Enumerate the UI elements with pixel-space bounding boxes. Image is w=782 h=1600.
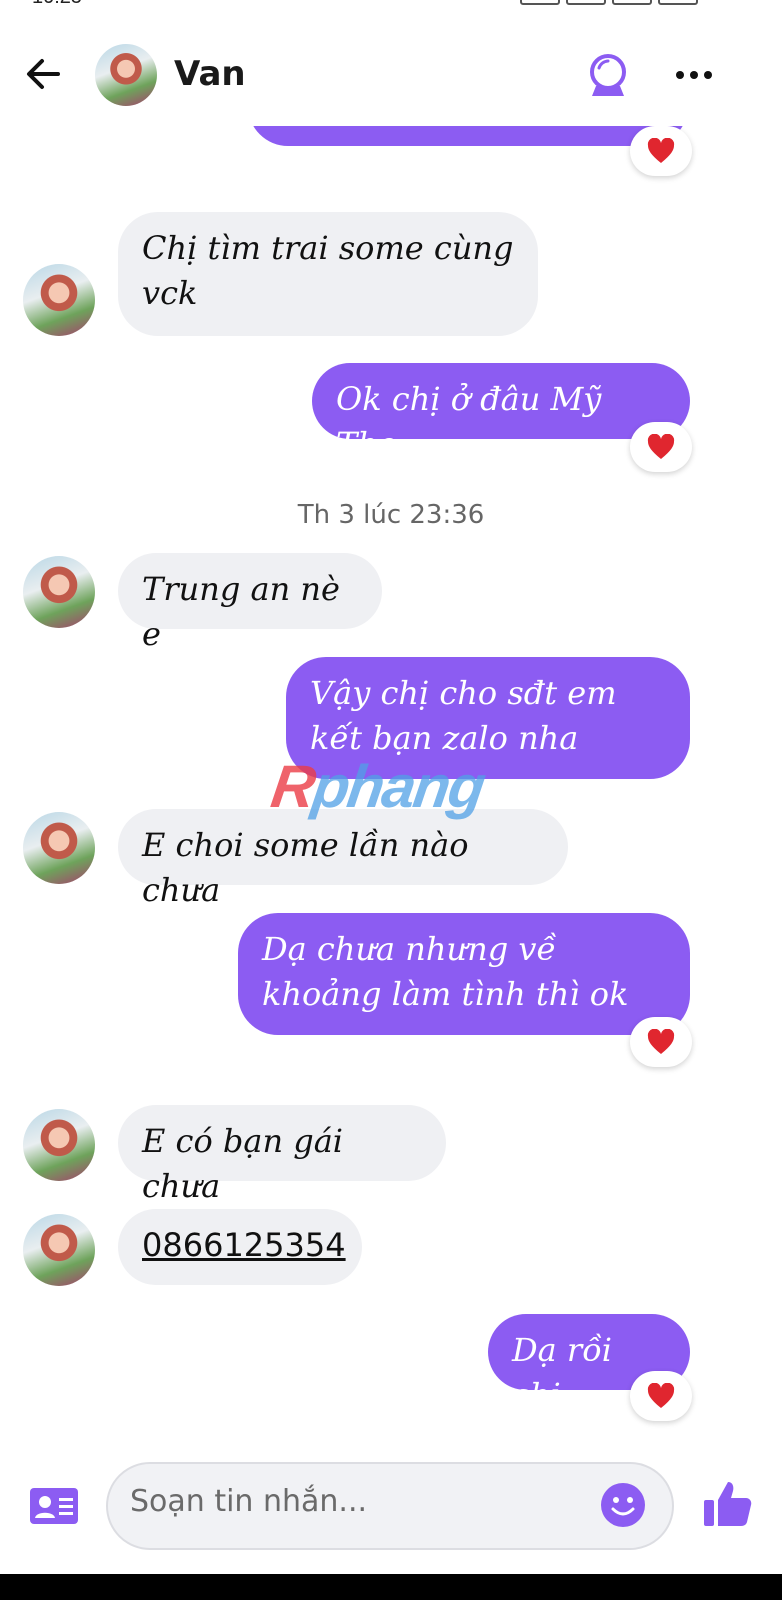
message-text: Ok chị ở đâu Mỹ Tho [336,380,602,463]
message-text: Dạ chưa nhưng về khoảng làm tình thì ok [262,930,629,1013]
sender-avatar[interactable] [23,264,95,336]
more-options-button[interactable] [672,58,716,92]
message-input-placeholder: Soạn tin nhắn... [130,1484,368,1519]
message-text: E có bạn gái chưa [142,1122,344,1205]
heart-reaction[interactable] [630,422,692,472]
sender-avatar[interactable] [23,1214,95,1286]
like-button[interactable] [702,1478,754,1530]
message-text: Vậy chị cho sđt em kết bạn zalo nha [310,674,617,757]
message-bubble-incoming[interactable]: Trung an nè e [118,553,382,653]
more-icon [676,71,712,79]
message-bubble-incoming[interactable]: 0866125354 [118,1209,362,1285]
message-bubble-outgoing[interactable]: Dạ chưa nhưng về khoảng làm tình thì ok [238,913,690,1035]
message-text: Dạ rồi chị [512,1331,613,1414]
back-button[interactable] [24,54,64,94]
message-bubble-outgoing[interactable]: Ok chị ở đâu Mỹ Tho [312,363,690,463]
status-time: 10:25 [32,0,82,9]
message-text: E choi some lần nào chưa [142,826,469,909]
heart-icon [647,434,675,459]
phone-number-link[interactable]: 0866125354 [142,1226,346,1264]
system-nav-bar [0,1574,782,1600]
contact-name[interactable]: Van [174,54,246,94]
status-icons [514,0,724,5]
message-text: Chị tìm trai some cùng vck [142,229,514,312]
sender-avatar[interactable] [23,1109,95,1181]
thumbs-up-icon [704,1482,752,1526]
back-arrow-icon [27,59,60,89]
message-bubble-incoming[interactable]: Chị tìm trai some cùng vck [118,212,538,336]
heart-icon [647,1029,675,1054]
watermark-logo: Rphang [267,753,489,820]
contact-avatar[interactable] [95,44,157,106]
share-contact-button[interactable] [28,1482,80,1530]
message-timestamp: Th 3 lúc 23:36 [297,500,485,530]
message-bubble-incoming[interactable]: E có bạn gái chưa [118,1105,446,1205]
heart-icon [647,138,675,163]
message-bubble-partial[interactable] [248,126,688,146]
composer-bar: Soạn tin nhắn... [0,1454,782,1574]
heart-reaction[interactable] [630,1017,692,1067]
emoji-icon [601,1483,645,1527]
sender-avatar[interactable] [23,556,95,628]
sender-avatar[interactable] [23,812,95,884]
emoji-button[interactable] [598,1480,648,1530]
call-button[interactable] [584,50,632,100]
message-input[interactable]: Soạn tin nhắn... [106,1462,674,1550]
message-text: Trung an nè e [142,570,340,653]
heart-icon [647,1383,675,1408]
heart-reaction[interactable] [630,1371,692,1421]
call-icon [590,54,626,96]
status-bar: 10:25 [0,0,782,12]
chat-header: Van [0,30,782,126]
contact-card-icon [30,1488,78,1524]
heart-reaction[interactable] [630,126,692,176]
